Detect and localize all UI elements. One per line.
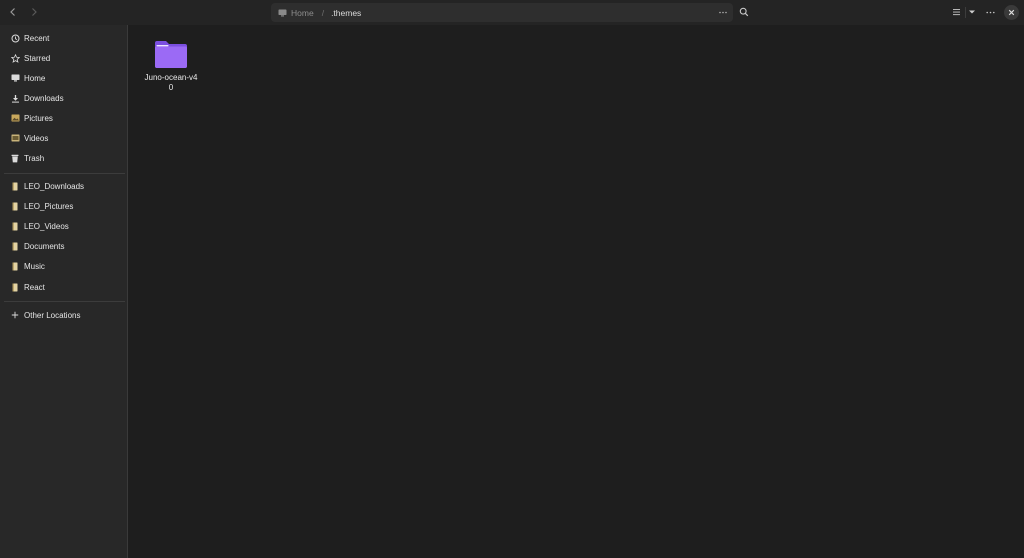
list-view-icon	[952, 9, 960, 16]
folder-bookmark-icon	[10, 201, 20, 211]
sidebar-item-other-locations[interactable]: Other Locations	[0, 306, 127, 324]
path-menu-button[interactable]	[719, 3, 727, 22]
sidebar-item-label: LEO_Pictures	[24, 201, 74, 211]
sidebar-item-label: Videos	[24, 133, 49, 143]
sidebar-item-label: Starred	[24, 53, 51, 63]
file-item[interactable]: Juno-ocean-v40	[143, 39, 199, 92]
chevron-right-icon	[32, 8, 37, 16]
close-button[interactable]	[1004, 5, 1019, 20]
home-drive-icon	[278, 9, 287, 16]
sidebar-item-label: Home	[24, 73, 46, 83]
sidebar-item-label: Downloads	[24, 93, 64, 103]
sidebar-item-react[interactable]: React	[0, 278, 127, 296]
folder-bookmark-icon	[10, 221, 20, 231]
chevron-left-icon	[10, 8, 15, 16]
file-view[interactable]: Juno-ocean-v40	[129, 25, 1024, 558]
breadcrumb-home-label: Home	[291, 7, 314, 18]
sidebar-item-leo-downloads[interactable]: LEO_Downloads	[0, 177, 127, 195]
sidebar-item-label: Other Locations	[24, 310, 81, 320]
sidebar-item-downloads[interactable]: Downloads	[0, 89, 127, 107]
sidebar-item-music[interactable]: Music	[0, 257, 127, 275]
view-list-button[interactable]	[948, 4, 964, 20]
sidebar-item-label: Pictures	[24, 113, 53, 123]
sidebar-item-label: Music	[24, 261, 45, 271]
forward-button[interactable]	[25, 3, 43, 21]
sidebar-item-label: Recent	[24, 33, 50, 43]
sidebar-separator	[4, 301, 125, 302]
sidebar-item-label: LEO_Downloads	[24, 181, 85, 191]
folder-bookmark-icon	[10, 282, 20, 292]
pictures-icon	[10, 113, 20, 123]
download-icon	[10, 93, 20, 103]
path-bar[interactable]: Home / .themes	[271, 3, 733, 22]
sidebar-item-label: React	[24, 282, 45, 292]
back-button[interactable]	[4, 3, 22, 21]
search-button[interactable]	[736, 4, 752, 20]
dropdown-arrow-icon	[969, 10, 975, 14]
header-bar: Home / .themes	[0, 0, 1024, 25]
star-icon	[10, 53, 20, 63]
search-icon	[739, 7, 749, 17]
sidebar-item-label: LEO_Videos	[24, 221, 69, 231]
more-horizontal-icon	[985, 11, 995, 13]
sidebar-item-videos[interactable]: Videos	[0, 129, 127, 147]
view-options-button[interactable]	[964, 4, 980, 20]
more-horizontal-icon	[719, 11, 727, 14]
sidebar-item-documents[interactable]: Documents	[0, 237, 127, 255]
videos-icon	[10, 133, 20, 143]
plus-icon	[10, 310, 20, 320]
sidebar-item-recent[interactable]: Recent	[0, 29, 127, 47]
sidebar-item-home[interactable]: Home	[0, 69, 127, 87]
folder-bookmark-icon	[10, 261, 20, 271]
trash-icon	[10, 153, 20, 163]
sidebar-item-label: Documents	[24, 241, 65, 251]
sidebar-item-label: Trash	[24, 153, 45, 163]
sidebar-item-leo-pictures[interactable]: LEO_Pictures	[0, 197, 127, 215]
sidebar-separator	[4, 173, 125, 174]
folder-bookmark-icon	[10, 181, 20, 191]
breadcrumb-home[interactable]: Home	[278, 8, 314, 18]
sidebar-item-leo-videos[interactable]: LEO_Videos	[0, 217, 127, 235]
folder-bookmark-icon	[10, 241, 20, 251]
sidebar-item-pictures[interactable]: Pictures	[0, 109, 127, 127]
close-icon	[1008, 9, 1015, 16]
sidebar: Recent Starred Home Downloads Pictures V…	[0, 25, 128, 558]
folder-icon	[155, 41, 187, 68]
breadcrumb-separator: /	[321, 7, 325, 18]
sidebar-item-starred[interactable]: Starred	[0, 49, 127, 67]
sidebar-item-trash[interactable]: Trash	[0, 149, 127, 167]
file-item-name: Juno-ocean-v40	[144, 73, 198, 92]
main-menu-button[interactable]	[982, 4, 998, 20]
clock-icon	[10, 33, 20, 43]
breadcrumb-current[interactable]: .themes	[331, 8, 361, 18]
home-icon	[10, 73, 20, 83]
